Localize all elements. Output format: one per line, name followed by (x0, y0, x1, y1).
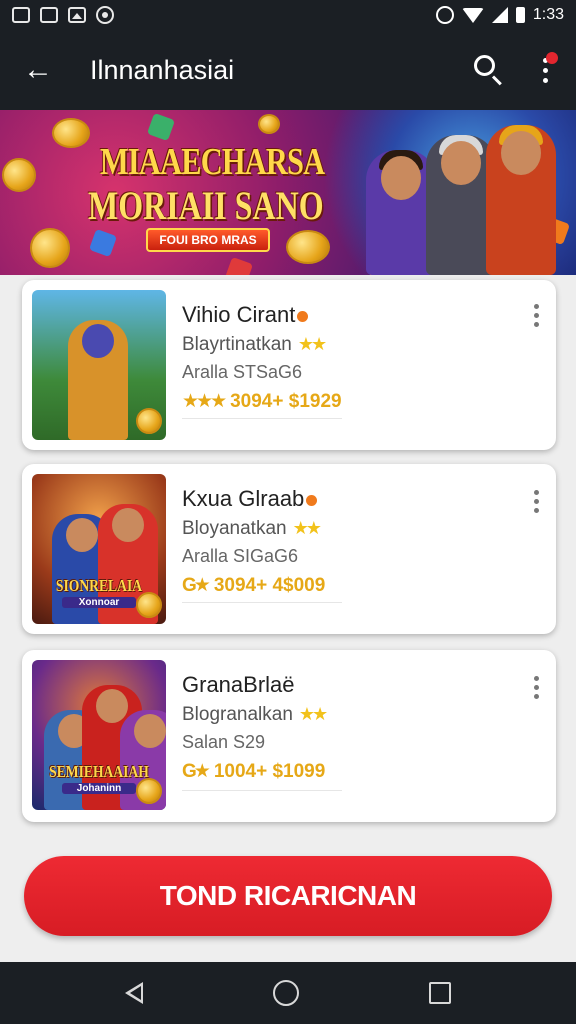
arrow-left-icon: ← (23, 53, 53, 86)
coin-icon (2, 158, 36, 192)
game-category: Bloyanatkan ★★ (182, 518, 322, 539)
more-options-button[interactable] (530, 48, 560, 92)
back-button[interactable]: ← (16, 48, 60, 92)
notification-s-icon (40, 7, 58, 23)
coin-icon (52, 118, 90, 148)
coin-icon (30, 228, 70, 268)
thumbnail-title: SIONRELAIA (55, 576, 143, 595)
wifi-icon (461, 7, 484, 23)
divider (182, 418, 342, 419)
banner-title-line1: MIAAECHARSA (100, 141, 325, 183)
banner-title-line2: MORIAII SANO (88, 183, 324, 228)
game-rating: G★ 3094+ 4$009 (182, 575, 326, 596)
game-thumbnail: SEMIEHAAIAH Johaninn (32, 660, 166, 810)
star-icon: ★★ (297, 334, 327, 354)
game-thumbnail: SIONRELAIA Xonnoar (32, 474, 166, 624)
game-thumbnail (32, 290, 166, 440)
card-more-button[interactable] (528, 300, 544, 330)
game-rating: G★ 1004+ $1099 (182, 761, 326, 782)
gem-icon (224, 256, 254, 275)
notification-badge (546, 52, 558, 64)
game-name: Kxua Glraab (182, 486, 318, 512)
primary-cta-button[interactable]: TOND RICARICNAN (24, 856, 552, 936)
star-icon: ★★ (298, 704, 328, 724)
battery-icon (515, 7, 525, 23)
star-icon: G★ (182, 761, 211, 782)
notification-p-icon (12, 7, 30, 23)
banner-tag: FOUI BRO MRAS (146, 228, 270, 252)
star-icon: ★★ (292, 518, 322, 538)
star-icon: G★ (182, 575, 211, 596)
gem-icon (88, 228, 118, 258)
status-left-icons (12, 6, 114, 24)
alarm-icon (435, 6, 454, 24)
status-bar: 1:33 (0, 0, 576, 30)
game-category: Blayrtinatkan ★★ (182, 334, 327, 355)
game-name: GranaBrlaë (182, 672, 295, 697)
divider (182, 790, 342, 791)
character-illustration (68, 320, 128, 440)
thumbnail-subtitle: Xonnoar (62, 597, 136, 608)
game-card[interactable]: Vihio Cirant Blayrtinatkan ★★ Aralla STSa… (22, 280, 556, 450)
coin-icon (136, 592, 162, 618)
coin-icon (258, 114, 280, 134)
nav-home-icon[interactable] (273, 980, 299, 1006)
record-icon (96, 6, 114, 24)
coin-icon (136, 408, 162, 434)
character-illustration (486, 125, 556, 275)
game-meta: Aralla STSaG6 (182, 362, 303, 382)
more-vertical-icon (533, 303, 539, 309)
banner-characters (346, 118, 566, 275)
thumbnail-title: SEMIEHAAIAH (49, 762, 149, 781)
more-vertical-icon (533, 489, 539, 495)
game-name: Vihio Cirant (182, 302, 309, 328)
game-card[interactable]: SIONRELAIA Xonnoar Kxua Glraab Bloyanatk… (22, 464, 556, 634)
signal-icon (491, 7, 508, 23)
promo-banner[interactable]: MIAAECHARSA MORIAII SANO FOUI BRO MRAS (0, 110, 576, 275)
status-time: 1:33 (532, 6, 564, 23)
status-right-icons: 1:33 (435, 6, 564, 24)
gem-icon (146, 112, 176, 142)
thumbnail-subtitle: Johaninn (62, 783, 136, 794)
game-category: Blogranalkan ★★ (182, 704, 328, 725)
nav-recents-icon[interactable] (429, 982, 451, 1004)
more-vertical-icon (533, 675, 539, 681)
app-bar: ← Ilnnanhasiai (0, 30, 576, 110)
star-icon: ★★★ (182, 391, 227, 412)
card-more-button[interactable] (528, 672, 544, 702)
game-meta: Salan S29 (182, 732, 266, 752)
game-meta: Aralla SIGaG6 (182, 546, 299, 566)
card-more-button[interactable] (528, 486, 544, 516)
page-title: Ilnnanhasiai (90, 54, 235, 85)
gallery-icon (68, 7, 86, 23)
system-nav-bar (0, 962, 576, 1024)
coin-icon (136, 778, 162, 804)
divider (182, 602, 342, 603)
game-rating: ★★★ 3094+ $1929 (182, 391, 342, 412)
coin-icon (286, 230, 330, 264)
game-card[interactable]: SEMIEHAAIAH Johaninn GranaBrlaë Blograna… (22, 650, 556, 822)
nav-back-icon[interactable] (125, 982, 143, 1004)
search-button[interactable] (466, 48, 510, 92)
